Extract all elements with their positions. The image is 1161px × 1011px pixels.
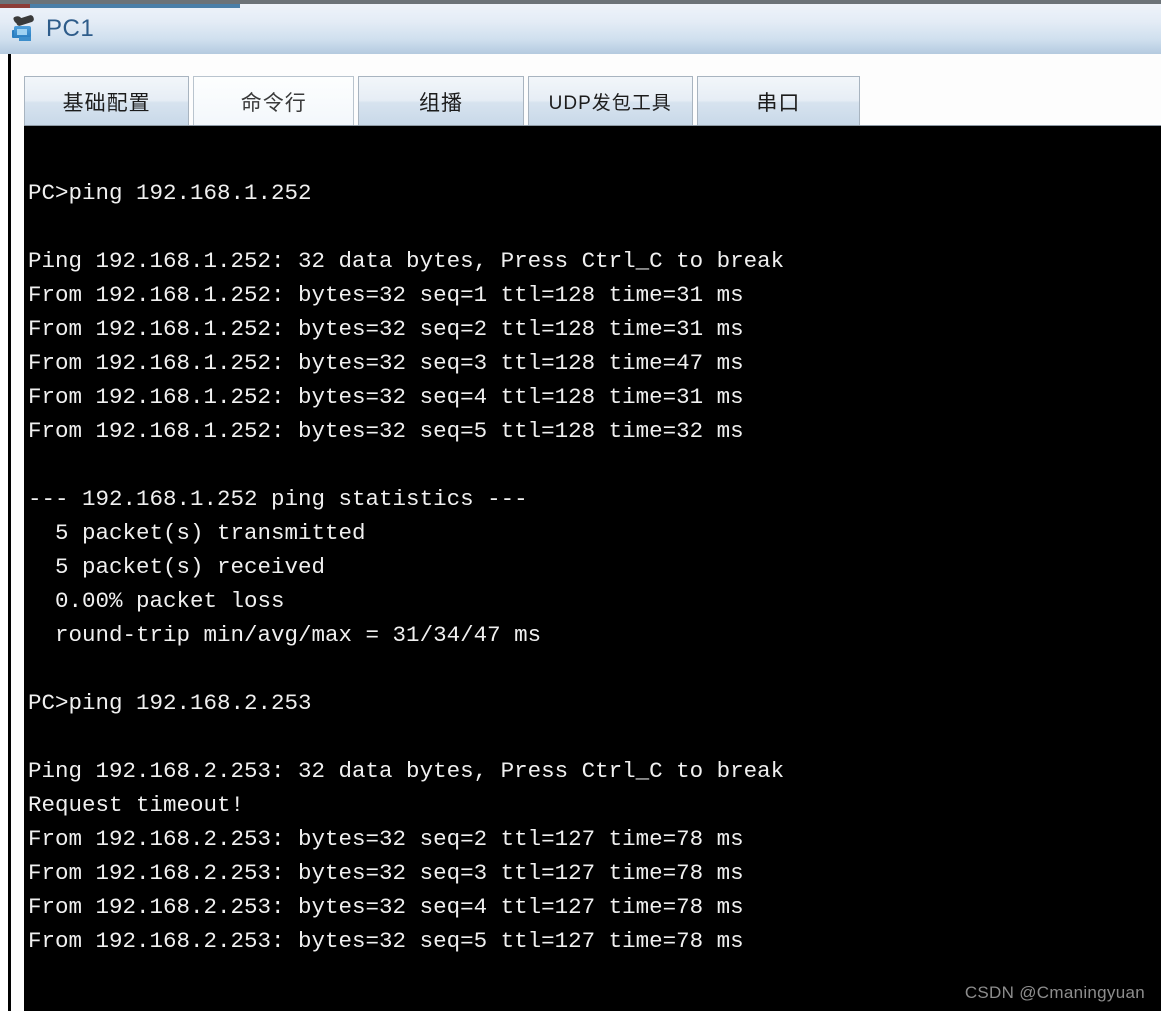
monitor-screen-icon — [17, 29, 27, 35]
tab-label: 命令行 — [240, 91, 307, 115]
pc1-window: PC1 基础配置 命令行 组播 UDP发包工具 串口 PC>ping 192.1… — [0, 0, 1161, 1011]
terminal-line: From 192.168.1.252: bytes=32 seq=4 ttl=1… — [28, 384, 744, 410]
terminal-line: 5 packet(s) transmitted — [28, 520, 366, 546]
terminal-line: PC>ping 192.168.2.253 — [28, 690, 312, 716]
terminal-line: Ping 192.168.1.252: 32 data bytes, Press… — [28, 248, 785, 274]
terminal-line: round-trip min/avg/max = 31/34/47 ms — [28, 622, 542, 648]
window-title: PC1 — [46, 15, 95, 42]
watermark-text: CSDN @Cmaningyuan — [964, 983, 1145, 1002]
window-body: 基础配置 命令行 组播 UDP发包工具 串口 PC>ping 192.168.1… — [0, 54, 1161, 1011]
terminal-line: From 192.168.2.253: bytes=32 seq=5 ttl=1… — [28, 928, 744, 954]
terminal-line: From 192.168.2.253: bytes=32 seq=3 ttl=1… — [28, 860, 744, 886]
tab-serial-port[interactable]: 串口 — [696, 76, 860, 126]
tab-udp-packet-tool[interactable]: UDP发包工具 — [527, 76, 693, 126]
tab-label: 基础配置 — [62, 91, 151, 115]
terminal-line: Ping 192.168.2.253: 32 data bytes, Press… — [28, 758, 785, 784]
terminal-output[interactable]: PC>ping 192.168.1.252 Ping 192.168.1.252… — [24, 126, 1161, 1011]
tab-multicast[interactable]: 组播 — [358, 76, 524, 126]
terminal-line: From 192.168.1.252: bytes=32 seq=2 ttl=1… — [28, 316, 744, 342]
terminal-line: 0.00% packet loss — [28, 588, 285, 614]
titlebar-accent-blue — [30, 4, 240, 8]
pc-device-icon — [10, 14, 40, 45]
tab-label: 串口 — [756, 91, 801, 115]
window-titlebar: PC1 — [0, 0, 1161, 54]
tab-basic-config[interactable]: 基础配置 — [24, 76, 190, 126]
tab-command-line[interactable]: 命令行 — [193, 76, 355, 126]
terminal-line: From 192.168.2.253: bytes=32 seq=4 ttl=1… — [28, 894, 744, 920]
terminal-line: 5 packet(s) received — [28, 554, 326, 580]
terminal-panel[interactable]: PC>ping 192.168.1.252 Ping 192.168.1.252… — [24, 125, 1161, 1011]
tab-label: 组播 — [419, 91, 463, 115]
terminal-line: From 192.168.2.253: bytes=32 seq=2 ttl=1… — [28, 826, 744, 852]
tab-bar: 基础配置 命令行 组播 UDP发包工具 串口 — [24, 74, 860, 126]
terminal-line: From 192.168.1.252: bytes=32 seq=3 ttl=1… — [28, 350, 744, 376]
terminal-line: --- 192.168.1.252 ping statistics --- — [28, 486, 528, 512]
titlebar-accent-red — [0, 4, 30, 8]
terminal-line: From 192.168.1.252: bytes=32 seq=5 ttl=1… — [28, 418, 744, 444]
terminal-line: From 192.168.1.252: bytes=32 seq=1 ttl=1… — [28, 282, 744, 308]
terminal-line: Request timeout! — [28, 792, 245, 818]
tab-label: UDP发包工具 — [548, 93, 672, 114]
terminal-line: PC>ping 192.168.1.252 — [28, 180, 312, 206]
monitor-stand-icon — [19, 37, 31, 41]
